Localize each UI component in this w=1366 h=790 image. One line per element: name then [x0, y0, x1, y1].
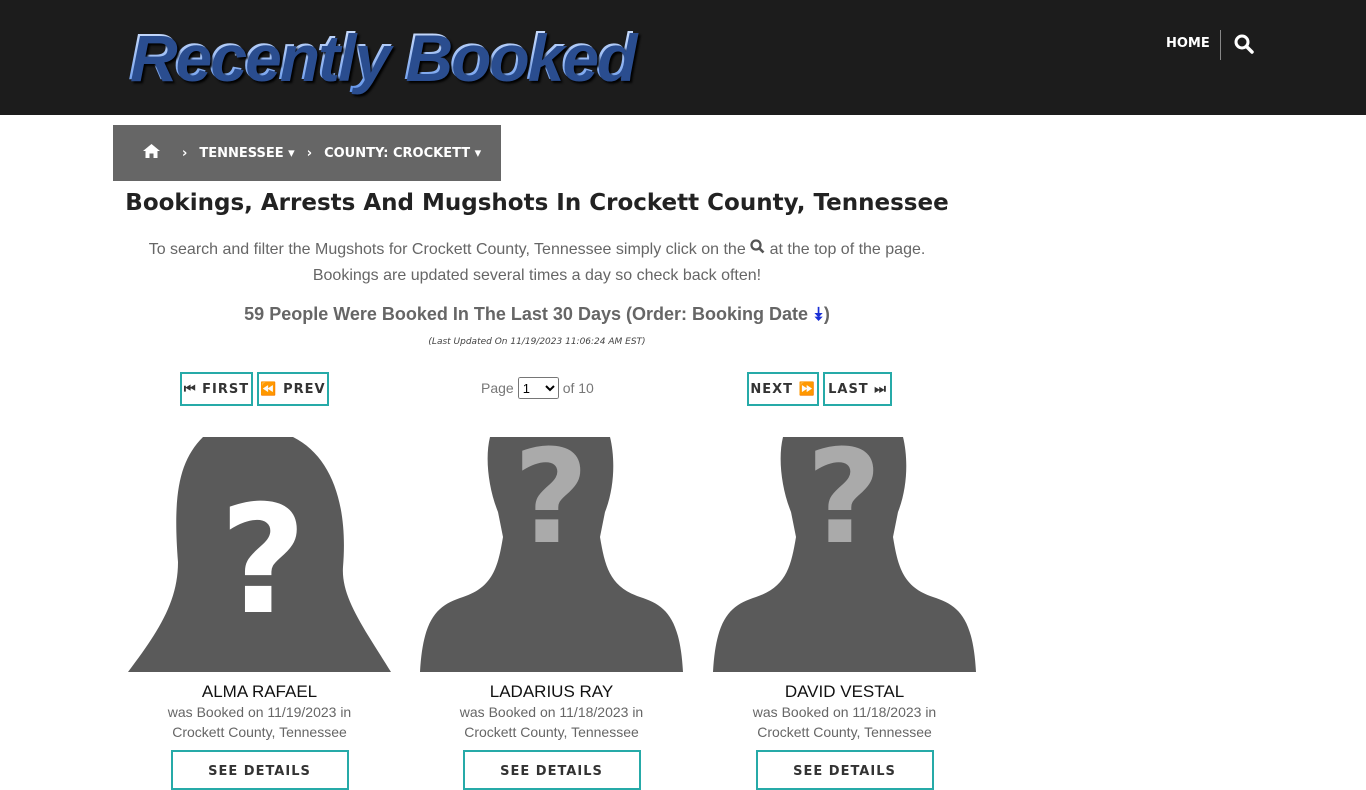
page-select[interactable]: 1 — [517, 377, 559, 399]
breadcrumb: › TENNESSEE ▾ › COUNTY: CROCKETT ▾ — [113, 125, 501, 181]
booking-count: 59 People Were Booked In The Last 30 Day… — [244, 304, 830, 324]
chevron-right-icon: › — [182, 145, 188, 161]
page-title: Bookings, Arrests And Mugshots In Crocke… — [125, 190, 949, 216]
see-details-button[interactable]: SEE DETAILS — [462, 750, 641, 790]
page-selector: Page 1 of 10 — [481, 377, 594, 399]
next-page-button[interactable]: NEXT ⏩ — [747, 372, 819, 406]
person-name[interactable]: ALMA RAFAEL — [128, 682, 391, 702]
see-details-button[interactable]: SEE DETAILS — [755, 750, 934, 790]
mugshot-placeholder-image[interactable]: ? — [128, 437, 391, 672]
booking-card: ? ALMA RAFAEL was Booked on 11/19/2023 i… — [128, 437, 391, 790]
breadcrumb-county[interactable]: COUNTY: CROCKETT ▾ — [324, 146, 481, 161]
mugshot-placeholder-image[interactable]: ? — [713, 437, 976, 672]
last-updated: (Last Updated On 11/19/2023 11:06:24 AM … — [428, 337, 646, 347]
booking-date: was Booked on 11/18/2023 in — [459, 704, 644, 720]
booking-card: ? DAVID VESTAL was Booked on 11/18/2023 … — [713, 437, 976, 790]
site-header: Recently Booked HOME — [0, 0, 1366, 115]
svg-text:?: ? — [219, 474, 306, 648]
booking-date: was Booked on 11/19/2023 in — [167, 704, 352, 720]
person-name[interactable]: LADARIUS RAY — [420, 682, 683, 702]
booking-location: Crockett County, Tennessee — [757, 724, 932, 740]
chevron-right-icon: › — [306, 145, 313, 161]
first-page-button[interactable]: ⏮ FIRST — [180, 372, 253, 406]
svg-text:?: ? — [806, 437, 881, 573]
mugshot-placeholder-image[interactable]: ? — [420, 437, 683, 672]
last-page-button[interactable]: LAST ⏭ — [823, 372, 892, 406]
search-icon — [750, 239, 765, 258]
nav-home-link[interactable]: HOME — [1166, 36, 1210, 51]
breadcrumb-state[interactable]: TENNESSEE ▾ — [199, 146, 294, 161]
booking-date: was Booked on 11/18/2023 in — [752, 704, 937, 720]
see-details-button[interactable]: SEE DETAILS — [170, 750, 349, 790]
person-name[interactable]: DAVID VESTAL — [713, 682, 976, 702]
search-icon[interactable] — [1234, 34, 1254, 58]
booking-location: Crockett County, Tennessee — [172, 724, 347, 740]
logo[interactable]: Recently Booked — [128, 18, 635, 94]
prev-page-button[interactable]: ⏪ PREV — [257, 372, 329, 406]
description: To search and filter the Mugshots for Cr… — [148, 239, 926, 284]
sort-order-icon[interactable]: ⯯ — [813, 304, 824, 324]
home-icon[interactable] — [143, 144, 160, 162]
nav-divider — [1220, 30, 1221, 60]
booking-card: ? LADARIUS RAY was Booked on 11/18/2023 … — [420, 437, 683, 790]
booking-location: Crockett County, Tennessee — [464, 724, 639, 740]
svg-text:?: ? — [513, 437, 588, 573]
